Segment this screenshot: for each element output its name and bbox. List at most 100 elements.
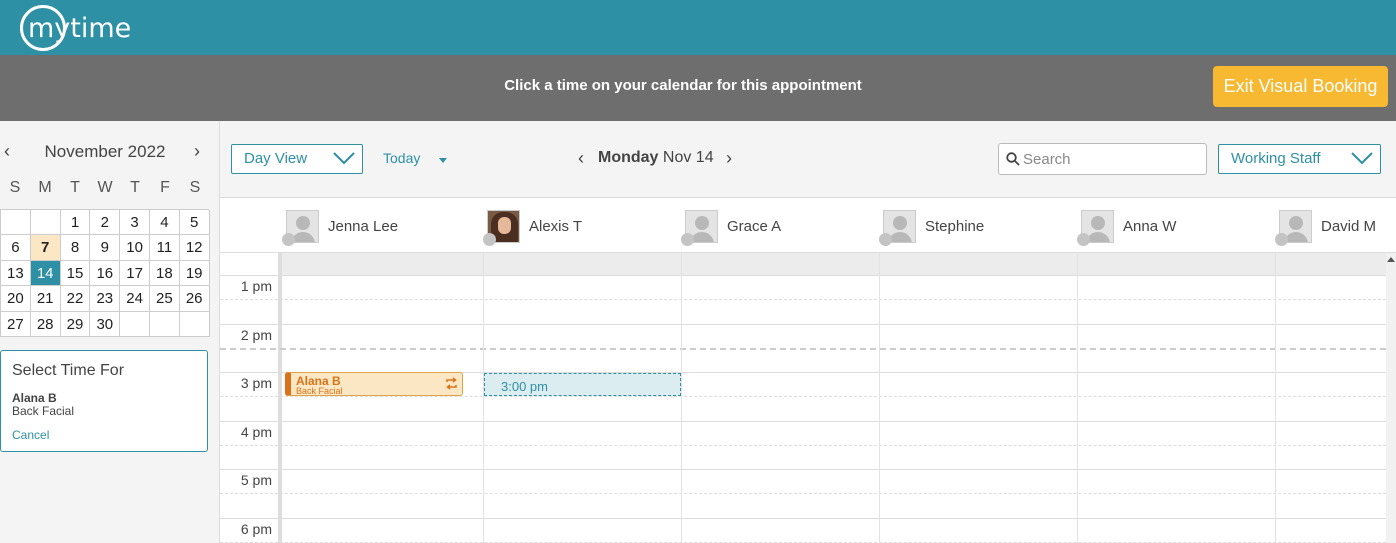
staff-column-header[interactable]: Anna W	[1077, 209, 1176, 246]
hour-line	[220, 275, 1386, 276]
staff-column-header[interactable]: Alexis T	[483, 209, 582, 246]
selected-time-slot[interactable]: 3:00 pm	[484, 373, 681, 396]
prev-day-icon[interactable]: ‹	[578, 148, 584, 169]
current-weekday: Monday	[598, 149, 659, 166]
mini-calendar-day[interactable]: 29	[60, 311, 91, 337]
dow-label: S	[189, 179, 201, 196]
mini-calendar-day[interactable]: 14	[30, 260, 61, 287]
time-label: 6 pm	[240, 520, 272, 537]
staff-name: David M	[1321, 217, 1377, 235]
hour-line	[220, 469, 1386, 470]
half-hour-line	[220, 299, 1386, 301]
staff-column-divider	[681, 253, 682, 543]
mini-calendar-day[interactable]: 20	[1, 286, 31, 312]
selected-time-label: 3:00 pm	[501, 379, 548, 394]
staff-filter-value: Working Staff	[1231, 150, 1321, 167]
staff-filter-select[interactable]: Working Staff	[1218, 144, 1381, 174]
mini-calendar-day[interactable]: 6	[1, 235, 31, 261]
mini-calendar-day[interactable]: 8	[60, 235, 91, 261]
mini-calendar-day[interactable]: 3	[120, 210, 150, 236]
staff-column-header[interactable]: David M	[1275, 209, 1377, 246]
calendar-toolbar: Day View Today ‹ Monday Nov 14 › Working…	[220, 121, 1396, 198]
hour-line	[220, 517, 1386, 519]
next-month-icon[interactable]: ›	[194, 141, 200, 162]
mini-calendar-day[interactable]: 16	[90, 260, 121, 287]
today-button[interactable]: Today	[383, 150, 420, 166]
mini-calendar-day[interactable]: 24	[120, 286, 150, 312]
mini-calendar-empty-cell	[1, 210, 31, 236]
hour-line	[220, 420, 1386, 422]
mini-calendar-day[interactable]: 10	[120, 235, 150, 261]
mini-calendar-empty-cell	[30, 210, 61, 236]
select-time-title: Select Time For	[12, 362, 125, 379]
booking-banner: Click a time on your calendar for this a…	[0, 55, 1396, 121]
status-dot-icon	[483, 233, 496, 246]
dow-label: F	[160, 179, 170, 196]
mini-calendar-header: ‹ November 2022 ›	[0, 141, 210, 163]
appointment-service: Back Facial	[296, 386, 343, 396]
staff-column-header[interactable]: Stephine	[879, 209, 984, 246]
staff-header-row: Jenna Lee Alexis T Grace A Stephine Anna W Da…	[220, 198, 1396, 253]
search-input[interactable]	[1023, 148, 1198, 170]
hour-line	[220, 323, 1386, 325]
staff-column-divider	[1077, 253, 1078, 543]
mini-calendar-day[interactable]: 26	[179, 286, 210, 312]
appointment-block[interactable]: Alana B Back Facial	[285, 372, 463, 396]
mini-calendar-day[interactable]: 7	[30, 235, 61, 261]
mini-calendar-day[interactable]: 13	[1, 260, 31, 287]
time-label: 3 pm	[240, 375, 272, 391]
dow-label: S	[9, 179, 21, 196]
half-hour-line	[220, 396, 1386, 398]
mini-calendar-day[interactable]: 15	[60, 260, 91, 287]
mini-calendar-day[interactable]: 21	[30, 286, 61, 312]
calendar-main: Day View Today ‹ Monday Nov 14 › Working…	[220, 121, 1396, 543]
cancel-link[interactable]: Cancel	[12, 428, 49, 442]
day-schedule-grid[interactable]: 1 pm 2 pm 3 pm 4 pm 5 pm 6 pm Alana B Back Fa…	[220, 253, 1386, 543]
half-hour-line	[220, 493, 1386, 495]
scroll-up-icon[interactable]	[1387, 257, 1395, 262]
dow-label: W	[97, 179, 113, 196]
mini-calendar-day[interactable]: 11	[149, 235, 180, 261]
dow-label: T	[70, 179, 80, 196]
mini-calendar-day[interactable]: 28	[30, 311, 61, 337]
mini-calendar-day[interactable]: 1	[60, 210, 91, 236]
view-select[interactable]: Day View	[231, 144, 363, 174]
search-icon	[1006, 152, 1020, 166]
mini-calendar-day[interactable]: 22	[60, 286, 91, 312]
mini-calendar-day[interactable]: 27	[1, 311, 31, 337]
all-day-band	[282, 253, 1386, 275]
mini-calendar-day[interactable]: 12	[179, 235, 210, 261]
time-label: 2 pm	[240, 326, 272, 343]
logo-text: mytime	[28, 12, 132, 44]
mini-calendar-day[interactable]: 30	[90, 311, 121, 337]
mini-calendar-day[interactable]: 19	[179, 260, 210, 287]
service-name: Back Facial	[12, 404, 75, 418]
app-header: mytime	[0, 0, 1396, 55]
time-label: 1 pm	[240, 278, 272, 294]
repeat-icon	[446, 377, 457, 390]
mini-calendar-day[interactable]: 25	[149, 286, 180, 312]
staff-column-header[interactable]: Jenna Lee	[282, 209, 399, 246]
time-column: 1 pm 2 pm 3 pm 4 pm 5 pm 6 pm	[220, 253, 282, 543]
mini-calendar-day[interactable]: 4	[149, 210, 180, 236]
mini-calendar-empty-cell	[179, 311, 210, 337]
mini-calendar-day[interactable]: 5	[179, 210, 210, 236]
exit-visual-booking-button[interactable]: Exit Visual Booking	[1213, 66, 1388, 107]
left-panel: ‹ November 2022 › SMTWTFS 1 2 3 4 5 6 7 8 9 10 11 1…	[0, 121, 220, 543]
mini-calendar-day[interactable]: 23	[90, 286, 121, 312]
chevron-down-icon	[333, 152, 355, 165]
mini-calendar-day[interactable]: 2	[90, 210, 121, 236]
next-day-icon[interactable]: ›	[726, 148, 732, 169]
staff-name: Jenna Lee	[328, 217, 399, 235]
mini-calendar-day[interactable]: 9	[90, 235, 121, 261]
staff-column-header[interactable]: Grace A	[681, 209, 782, 246]
status-dot-icon	[681, 233, 694, 246]
mytime-logo[interactable]: mytime	[20, 5, 131, 51]
today-caret-icon[interactable]	[439, 158, 447, 163]
staff-name: Grace A	[727, 217, 782, 235]
mini-calendar-day[interactable]: 17	[120, 260, 150, 287]
status-dot-icon	[1275, 233, 1288, 246]
mini-calendar-day[interactable]: 18	[149, 260, 180, 287]
vertical-scrollbar[interactable]	[1386, 253, 1396, 543]
banner-message: Click a time on your calendar for this a…	[504, 77, 862, 94]
